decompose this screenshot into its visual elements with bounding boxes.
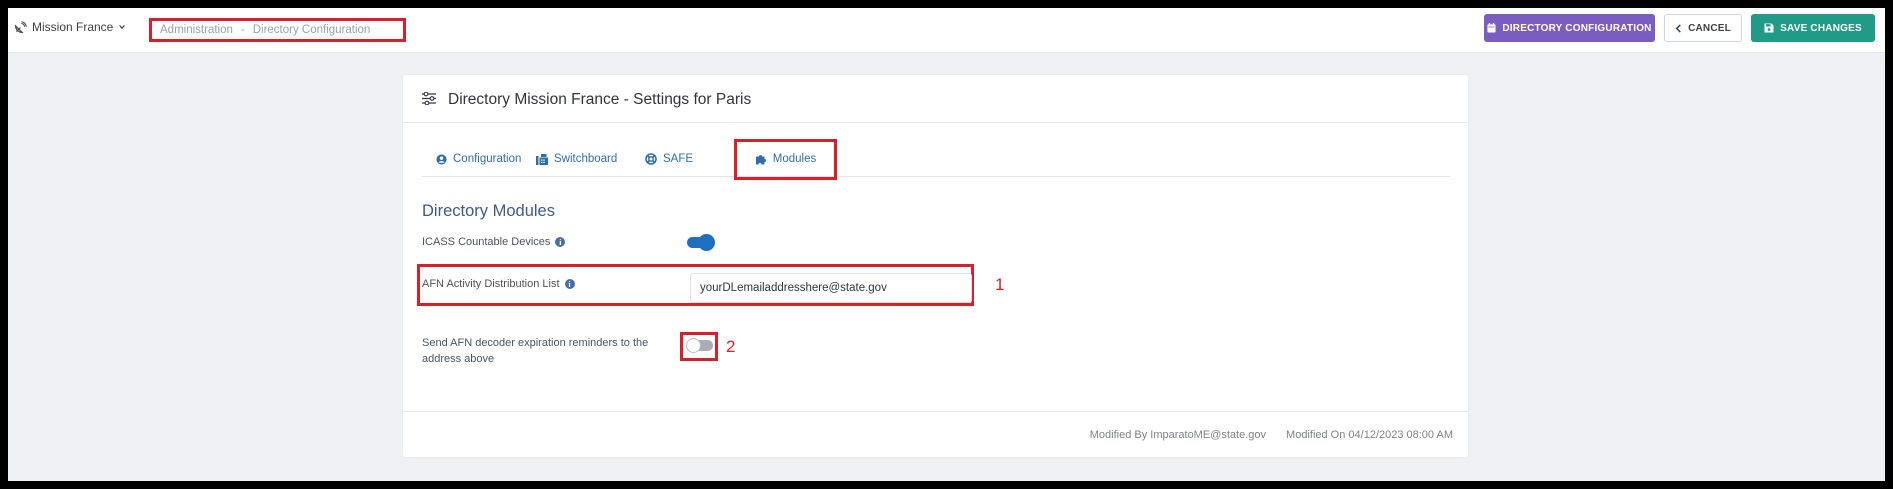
card-footer: Modified By ImparatoME@state.gov Modifie…	[403, 411, 1468, 458]
afn-distribution-value: yourDLemailaddresshere@state.gov	[700, 282, 887, 294]
icass-toggle[interactable]	[687, 235, 714, 250]
reminder-toggle[interactable]	[686, 338, 713, 353]
satellite-dish-icon	[15, 20, 27, 33]
tab-safe[interactable]: SAFE	[645, 142, 693, 176]
chevron-down-icon	[119, 25, 126, 30]
tab-configuration[interactable]: Configuration	[436, 142, 521, 176]
afn-label: AFN Activity Distribution List	[422, 278, 560, 290]
fax-icon	[536, 153, 548, 165]
card-header: Directory Mission France - Settings for …	[403, 75, 1468, 123]
toggle-knob	[686, 338, 701, 353]
calendar-icon	[1487, 23, 1496, 33]
save-changes-button[interactable]: SAVE CHANGES	[1751, 14, 1875, 42]
card-title: Directory Mission France - Settings for …	[448, 91, 752, 108]
modified-on: Modified On 04/12/2023 08:00 AM	[1286, 429, 1453, 441]
tab-switchboard-label: Switchboard	[554, 153, 618, 165]
chevron-left-icon	[1675, 23, 1681, 33]
tab-safe-label: SAFE	[663, 153, 694, 165]
reminder-label-line1: Send AFN decoder expiration reminders to…	[422, 337, 649, 349]
directory-configuration-button[interactable]: DIRECTORY CONFIGURATION	[1484, 14, 1655, 42]
icass-label-row: ICASS Countable Devices i	[422, 236, 566, 248]
annotation-number-1: 1	[995, 275, 1005, 294]
toggle-knob	[699, 235, 714, 250]
tab-bar: Configuration Switchboard SAFE Modules	[422, 139, 1450, 180]
cancel-button[interactable]: CANCEL	[1664, 14, 1742, 42]
sliders-icon	[422, 92, 436, 105]
app-frame: Mission France Administration - Director…	[8, 8, 1885, 481]
reminder-label: Send AFN decoder expiration reminders to…	[422, 335, 648, 367]
mission-selector[interactable]: Mission France	[14, 20, 126, 34]
icass-label: ICASS Countable Devices	[422, 236, 551, 248]
annotation-number-2: 2	[726, 337, 736, 356]
afn-label-row: AFN Activity Distribution List i	[422, 278, 575, 290]
cancel-label: CANCEL	[1688, 22, 1731, 34]
breadcrumb-separator: -	[240, 24, 245, 36]
tab-modules-label: Modules	[772, 153, 817, 165]
directory-configuration-label: DIRECTORY CONFIGURATION	[1502, 22, 1652, 34]
breadcrumb: Administration - Directory Configuration	[149, 18, 406, 42]
tab-switchboard[interactable]: Switchboard	[536, 142, 617, 176]
floppy-disk-icon	[1764, 23, 1774, 33]
info-icon[interactable]: i	[555, 237, 566, 247]
section-title: Directory Modules	[422, 202, 555, 220]
afn-distribution-input[interactable]: yourDLemailaddresshere@state.gov	[690, 273, 972, 303]
save-changes-label: SAVE CHANGES	[1780, 22, 1862, 34]
reminder-label-line2: address above	[422, 353, 495, 365]
tab-modules[interactable]: Modules	[737, 142, 834, 176]
top-bar: Mission France Administration - Director…	[8, 8, 1885, 53]
life-ring-icon	[645, 153, 657, 165]
breadcrumb-directory-configuration: Directory Configuration	[252, 24, 371, 36]
user-circle-icon	[436, 153, 447, 165]
modified-by: Modified By ImparatoME@state.gov	[1089, 429, 1266, 441]
info-icon[interactable]: i	[564, 279, 575, 289]
breadcrumb-administration[interactable]: Administration	[160, 24, 233, 36]
puzzle-piece-icon	[755, 155, 766, 165]
mission-label: Mission France	[32, 20, 114, 34]
tab-configuration-label: Configuration	[453, 153, 522, 165]
settings-card: Directory Mission France - Settings for …	[403, 75, 1468, 457]
